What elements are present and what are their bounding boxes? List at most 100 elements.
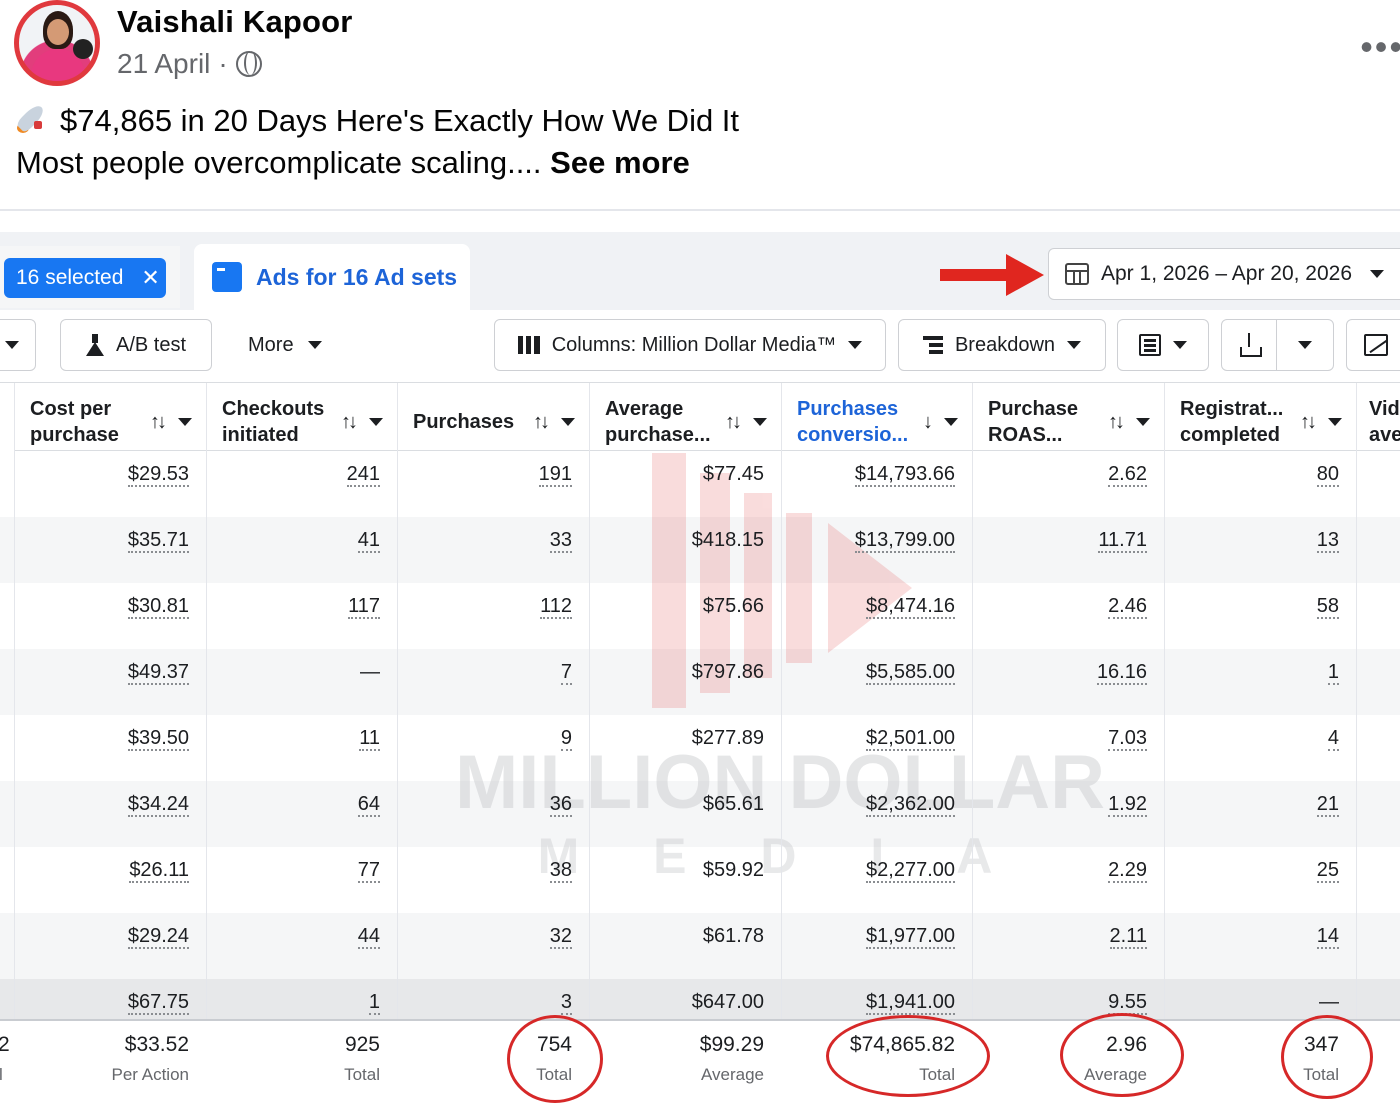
table-cell[interactable]: 1: [1327, 661, 1339, 685]
more-button[interactable]: More: [248, 319, 322, 371]
table-cell[interactable]: 3: [560, 991, 572, 1015]
header-purchases-conversion[interactable]: Purchases conversio... ↓: [782, 383, 972, 451]
table-cell[interactable]: 9: [560, 727, 572, 751]
author-avatar[interactable]: [14, 0, 100, 86]
ads-manager-screenshot[interactable]: 16 selected ✕ Ads for 16 Ad sets Apr 1, …: [0, 232, 1400, 1105]
chevron-down-icon[interactable]: [1328, 417, 1342, 426]
table-cell[interactable]: 1.92: [1108, 793, 1147, 817]
table-cell[interactable]: 14: [1316, 925, 1339, 949]
selected-pill[interactable]: 16 selected ✕: [4, 258, 166, 298]
author-name[interactable]: Vaishali Kapoor: [117, 4, 353, 40]
table-cell[interactable]: 117: [348, 595, 380, 619]
table-cell[interactable]: 7.03: [1108, 727, 1147, 751]
sort-icon[interactable]: ↑↓: [150, 409, 167, 435]
clear-selection-icon[interactable]: ✕: [141, 265, 159, 291]
sort-icon[interactable]: ↑↓: [1108, 409, 1125, 435]
header-checkouts-initiated[interactable]: Checkouts initiated ↑↓: [207, 383, 397, 451]
table-cell[interactable]: 25: [1316, 859, 1339, 883]
tab-ads[interactable]: Ads for 16 Ad sets: [194, 244, 470, 310]
table-cell[interactable]: $29.24: [127, 925, 189, 949]
table-cell[interactable]: $49.37: [127, 661, 189, 685]
calendar-icon: [1065, 263, 1089, 285]
post-line-1: $74,865 in 20 Days Here's Exactly How We…: [15, 100, 739, 142]
table-cell[interactable]: 41: [357, 529, 380, 553]
table-cell[interactable]: 36: [549, 793, 572, 817]
table-cell[interactable]: $35.71: [127, 529, 189, 553]
table-cell[interactable]: $8,474.16: [866, 595, 955, 619]
table-cell[interactable]: $2,277.00: [866, 859, 955, 883]
table-cell[interactable]: $13,799.00: [854, 529, 955, 553]
sort-icon[interactable]: ↑↓: [341, 409, 358, 435]
reports-button[interactable]: [1117, 319, 1209, 371]
table-cell[interactable]: 77: [357, 859, 380, 883]
columns-button[interactable]: Columns: Million Dollar Media™: [494, 319, 886, 371]
table-cell[interactable]: $14,793.66: [854, 463, 955, 487]
post-teaser: Most people overcomplicate scaling....: [16, 145, 542, 180]
chevron-down-icon[interactable]: [369, 417, 383, 426]
breakdown-label: Breakdown: [954, 333, 1056, 356]
table-cell[interactable]: 21: [1316, 793, 1339, 817]
header-cost-per-purchase[interactable]: Cost per purchase ↑↓: [15, 383, 206, 451]
table-cell[interactable]: 191: [538, 463, 572, 487]
table-cell[interactable]: 58: [1316, 595, 1339, 619]
chevron-down-icon[interactable]: [561, 417, 575, 426]
table-cell[interactable]: $1,977.00: [866, 925, 955, 949]
table-cell[interactable]: 80: [1316, 463, 1339, 487]
table-cell[interactable]: 16.16: [1096, 661, 1147, 685]
view-dropdown-button[interactable]: [0, 319, 36, 371]
export-dropdown-button[interactable]: [1276, 319, 1334, 371]
date-separator: ·: [218, 48, 228, 79]
chevron-down-icon[interactable]: [178, 417, 192, 426]
table-cell[interactable]: 13: [1316, 529, 1339, 553]
sort-icon[interactable]: ↑↓: [1300, 409, 1317, 435]
table-cell[interactable]: $30.81: [127, 595, 189, 619]
table-cell[interactable]: 2.62: [1108, 463, 1147, 487]
table-cell[interactable]: 7: [560, 661, 572, 685]
table-cell[interactable]: 11: [359, 727, 380, 751]
table-cell[interactable]: $2,362.00: [866, 793, 955, 817]
table-cell[interactable]: 1: [368, 991, 380, 1015]
table-cell[interactable]: 2.46: [1108, 595, 1147, 619]
sort-icon[interactable]: ↓: [923, 409, 933, 435]
header-purchases[interactable]: Purchases ↑↓: [398, 383, 589, 451]
table-cell[interactable]: $39.50: [127, 727, 189, 751]
ab-test-button[interactable]: A/B test: [60, 319, 212, 371]
chevron-down-icon[interactable]: [753, 417, 767, 426]
table-cell[interactable]: 11.71: [1098, 529, 1147, 553]
table-cell[interactable]: 64: [357, 793, 380, 817]
header-average-purchase[interactable]: Average purchase... ↑↓: [590, 383, 781, 451]
sort-icon[interactable]: ↑↓: [725, 409, 742, 435]
table-cell[interactable]: 4: [1327, 727, 1339, 751]
chevron-down-icon[interactable]: [1136, 417, 1150, 426]
table-cell[interactable]: 112: [540, 595, 572, 619]
table-cell[interactable]: 241: [346, 463, 380, 487]
table-cell[interactable]: $2,501.00: [866, 727, 955, 751]
table-cell[interactable]: 44: [357, 925, 380, 949]
breakdown-button[interactable]: Breakdown: [898, 319, 1106, 371]
chevron-down-icon[interactable]: [944, 417, 958, 426]
header-registrations-completed[interactable]: Registrat... completed ↑↓: [1165, 383, 1356, 451]
header-video-average[interactable]: Vid ave: [1357, 383, 1400, 451]
post-date-text[interactable]: 21 April: [117, 48, 210, 80]
post-more-icon[interactable]: •••: [1360, 26, 1400, 68]
chart-button[interactable]: [1346, 319, 1400, 371]
table-cell[interactable]: 2.11: [1109, 925, 1147, 949]
table-cell[interactable]: $26.11: [129, 859, 189, 883]
table-cell: $647.00: [691, 991, 764, 1013]
table-cell[interactable]: 33: [549, 529, 572, 553]
table-cell[interactable]: $1,941.00: [866, 991, 955, 1015]
table-cell[interactable]: 9.55: [1108, 991, 1147, 1015]
table-cell[interactable]: $29.53: [127, 463, 189, 487]
table-cell[interactable]: 2.29: [1108, 859, 1147, 883]
see-more-link[interactable]: See more: [550, 145, 690, 180]
table-cell[interactable]: $67.75: [127, 991, 189, 1015]
sort-icon[interactable]: ↑↓: [533, 409, 550, 435]
table-cell[interactable]: 32: [549, 925, 572, 949]
date-range-picker[interactable]: Apr 1, 2026 – Apr 20, 2026: [1048, 248, 1400, 300]
post-text: $74,865 in 20 Days Here's Exactly How We…: [15, 100, 739, 184]
table-cell[interactable]: $34.24: [127, 793, 189, 817]
header-purchase-roas[interactable]: Purchase ROAS... ↑↓: [973, 383, 1164, 451]
table-cell[interactable]: 38: [549, 859, 572, 883]
table-cell[interactable]: $5,585.00: [866, 661, 955, 685]
export-button[interactable]: [1221, 319, 1277, 371]
